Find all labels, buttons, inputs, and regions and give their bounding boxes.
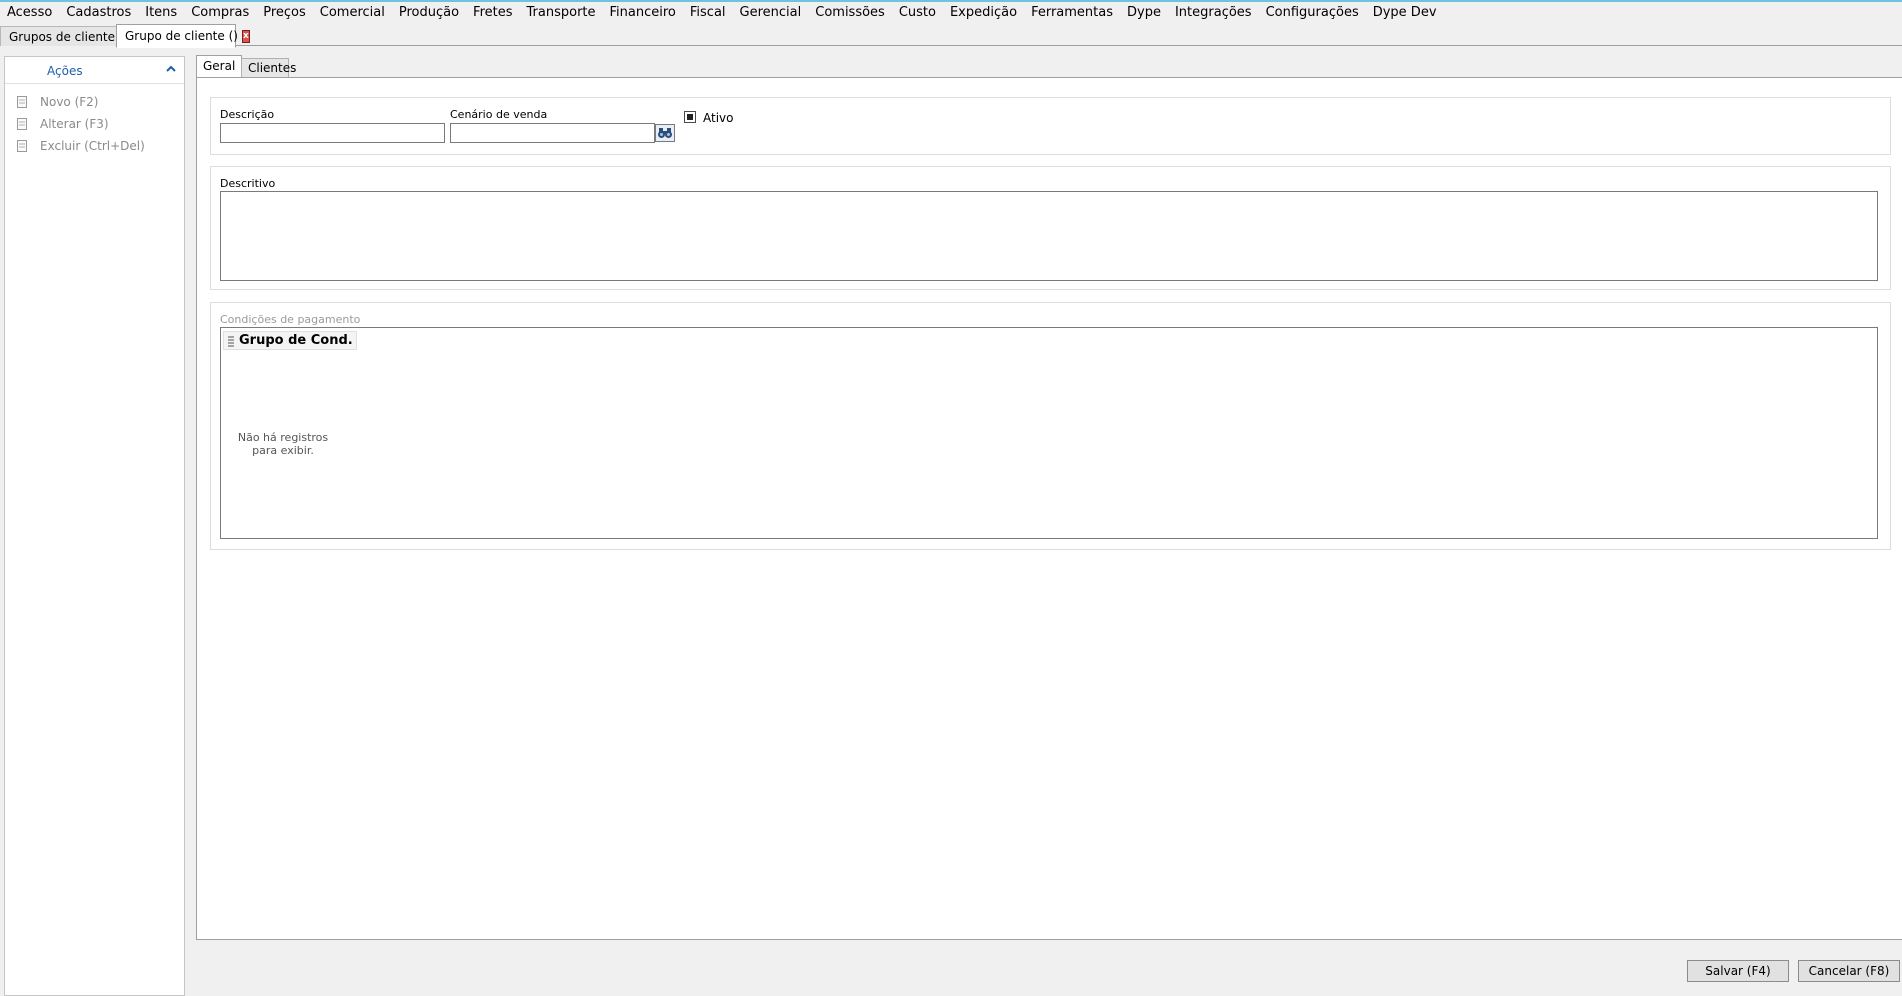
ativo-label: Ativo bbox=[703, 111, 734, 125]
descricao-input[interactable] bbox=[220, 123, 445, 143]
action-label: Novo (F2) bbox=[40, 95, 99, 109]
menu-dype-dev[interactable]: Dype Dev bbox=[1366, 2, 1444, 23]
save-button[interactable]: Salvar (F4) bbox=[1687, 960, 1789, 982]
menu-expedicao[interactable]: Expedição bbox=[943, 2, 1024, 23]
close-icon[interactable]: x bbox=[241, 29, 250, 43]
chevron-up-icon[interactable] bbox=[164, 62, 178, 76]
doc-tab-label: Grupo de cliente () bbox=[125, 29, 238, 43]
actions-panel: Ações Novo (F2) Alterar (F3) Excluir (Ct… bbox=[4, 56, 185, 996]
menu-acesso[interactable]: Acesso bbox=[0, 2, 59, 23]
descritivo-group: Descritivo bbox=[210, 166, 1891, 290]
actions-header[interactable]: Ações bbox=[5, 57, 184, 84]
cenario-label: Cenário de venda bbox=[450, 108, 548, 121]
menu-integracoes[interactable]: Integrações bbox=[1168, 2, 1259, 23]
menu-cadastros[interactable]: Cadastros bbox=[59, 2, 138, 23]
condicoes-label: Condições de pagamento bbox=[220, 313, 361, 326]
descritivo-label: Descritivo bbox=[220, 177, 276, 190]
menu-itens[interactable]: Itens bbox=[138, 2, 184, 23]
empty-line-2: para exibir. bbox=[252, 444, 314, 457]
document-delete-icon bbox=[17, 140, 27, 152]
cancel-button[interactable]: Cancelar (F8) bbox=[1798, 960, 1900, 982]
menu-comercial[interactable]: Comercial bbox=[313, 2, 392, 23]
menu-dype[interactable]: Dype bbox=[1120, 2, 1168, 23]
menu-precos[interactable]: Preços bbox=[256, 2, 313, 23]
menu-compras[interactable]: Compras bbox=[184, 2, 256, 23]
doc-tab-grupos-de-cliente[interactable]: Grupos de cliente x bbox=[0, 26, 127, 46]
document-tabs: Grupos de cliente x Grupo de cliente () … bbox=[0, 24, 1902, 48]
menu-transporte[interactable]: Transporte bbox=[520, 2, 603, 23]
menu-fiscal[interactable]: Fiscal bbox=[683, 2, 733, 23]
menu-fretes[interactable]: Fretes bbox=[466, 2, 519, 23]
action-label: Alterar (F3) bbox=[40, 117, 109, 131]
cenario-search-button[interactable] bbox=[655, 124, 675, 142]
binoculars-icon bbox=[658, 128, 672, 138]
main-panel: Descrição Cenário de venda Ativo Descrit… bbox=[196, 77, 1902, 940]
document-new-icon bbox=[17, 96, 27, 108]
condicoes-grid[interactable]: Grupo de Cond. Não há registros para exi… bbox=[220, 327, 1878, 539]
descritivo-textarea[interactable] bbox=[220, 191, 1878, 281]
ativo-checkbox[interactable] bbox=[684, 111, 696, 123]
document-edit-icon bbox=[17, 118, 27, 130]
condicoes-group: Condições de pagamento Grupo de Cond. Nã… bbox=[210, 302, 1891, 550]
column-list-icon bbox=[228, 336, 234, 346]
menu-ferramentas[interactable]: Ferramentas bbox=[1024, 2, 1120, 23]
descricao-label: Descrição bbox=[220, 108, 275, 121]
action-label: Excluir (Ctrl+Del) bbox=[40, 139, 145, 153]
action-novo[interactable]: Novo (F2) bbox=[15, 93, 98, 111]
menu-custo[interactable]: Custo bbox=[892, 2, 943, 23]
doc-tab-label: Grupos de cliente bbox=[9, 29, 116, 44]
menu-configuracoes[interactable]: Configurações bbox=[1259, 2, 1366, 23]
empty-message: Não há registros para exibir. bbox=[231, 431, 335, 457]
menu-gerencial[interactable]: Gerencial bbox=[733, 2, 809, 23]
menu-bar: Acesso Cadastros Itens Compras Preços Co… bbox=[0, 2, 1902, 23]
menu-comissoes[interactable]: Comissões bbox=[808, 2, 892, 23]
grid-column-header[interactable]: Grupo de Cond. bbox=[223, 331, 357, 350]
menu-producao[interactable]: Produção bbox=[392, 2, 466, 23]
tab-geral[interactable]: Geral bbox=[196, 55, 242, 79]
action-excluir[interactable]: Excluir (Ctrl+Del) bbox=[15, 137, 145, 155]
grid-header-label: Grupo de Cond. bbox=[239, 333, 353, 348]
doc-tab-grupo-de-cliente[interactable]: Grupo de cliente () x bbox=[116, 24, 250, 48]
general-group: Descrição Cenário de venda Ativo bbox=[210, 97, 1891, 155]
cenario-input[interactable] bbox=[450, 123, 655, 143]
menu-financeiro[interactable]: Financeiro bbox=[603, 2, 683, 23]
tab-clientes[interactable]: Clientes bbox=[241, 58, 296, 78]
actions-title: Ações bbox=[47, 64, 83, 78]
action-alterar[interactable]: Alterar (F3) bbox=[15, 115, 109, 133]
empty-line-1: Não há registros bbox=[237, 431, 329, 444]
